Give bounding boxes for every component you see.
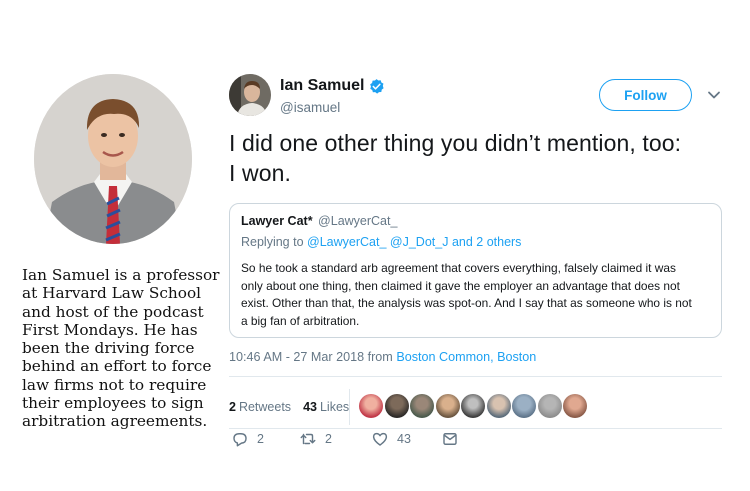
author-handle[interactable]: @isamuel	[280, 100, 340, 115]
divider	[229, 376, 722, 377]
liker-avatar[interactable]	[461, 394, 485, 418]
location-link[interactable]: Boston Common, Boston	[396, 350, 536, 364]
profile-photo	[34, 74, 192, 244]
quoted-author-handle: @LawyerCat_	[318, 214, 398, 228]
caption-line: arbitration agreements.	[22, 412, 208, 431]
retweet-icon	[299, 430, 325, 448]
caption-line: First Mondays. He has	[22, 320, 198, 339]
quoted-body-line: exist. Other than that, the analysis was…	[241, 296, 692, 311]
caption-line: been the driving force	[22, 339, 195, 358]
quoted-body-line: So he took a standard arb agreement that…	[241, 261, 676, 275]
like-count: 43	[397, 432, 411, 446]
retweet-button[interactable]: 2	[299, 430, 332, 448]
follow-button[interactable]: Follow	[599, 79, 692, 111]
liker-avatar[interactable]	[512, 394, 536, 418]
others-link[interactable]: and 2 others	[452, 235, 522, 249]
divider	[229, 428, 722, 429]
chevron-down-icon[interactable]	[707, 88, 721, 102]
photo-caption: Ian Samuel is a professor at Harvard Law…	[22, 266, 222, 431]
reply-count: 2	[257, 432, 264, 446]
tweet-text-line: I did one other thing you didn’t mention…	[229, 130, 682, 156]
quoted-tweet-header: Lawyer Cat* @LawyerCat_	[241, 214, 710, 228]
retweet-count: 2	[325, 432, 332, 446]
liker-avatar[interactable]	[486, 394, 511, 418]
caption-line: Ian Samuel is a professor	[22, 266, 220, 284]
reply-button[interactable]: 2	[231, 430, 264, 448]
caption-line: law firms not to require	[22, 375, 207, 394]
liker-avatar[interactable]	[537, 394, 562, 418]
retweets-count: 2	[229, 400, 236, 414]
replying-to: Replying to @LawyerCat_ @J_Dot_J and 2 o…	[241, 235, 710, 249]
engagement-stats: 2 Retweets 43 Likes	[229, 387, 722, 427]
verified-badge-icon	[368, 78, 385, 95]
quoted-author-name: Lawyer Cat*	[241, 214, 313, 228]
caption-line: at Harvard Law School	[22, 284, 202, 303]
liker-avatar[interactable]	[359, 394, 383, 418]
caption-line: and host of the podcast	[22, 302, 204, 321]
author-avatar[interactable]	[229, 74, 271, 116]
mention-link[interactable]: @J_Dot_J	[390, 235, 449, 249]
tweet-text: I did one other thing you didn’t mention…	[229, 128, 724, 188]
caption-line: behind an effort to force	[22, 357, 212, 376]
liker-avatar[interactable]	[435, 394, 460, 418]
likes-label: Likes	[319, 400, 350, 414]
retweets-stat[interactable]: 2 Retweets	[229, 400, 291, 414]
heart-icon	[371, 430, 397, 448]
author-name-text[interactable]: Ian Samuel	[280, 77, 364, 95]
replying-prefix: Replying to	[241, 235, 304, 249]
caption-line: their employees to sign	[22, 394, 204, 413]
divider	[349, 389, 350, 425]
timestamp-text[interactable]: 10:46 AM - 27 Mar 2018 from	[229, 350, 393, 364]
tweet-text-line: I won.	[229, 160, 291, 186]
quoted-body-line: a big fan of arbitration.	[241, 313, 360, 328]
mention-link[interactable]: @LawyerCat_	[307, 235, 386, 249]
author-name[interactable]: Ian Samuel	[280, 77, 385, 95]
message-button[interactable]	[441, 430, 467, 448]
liker-avatar[interactable]	[410, 394, 434, 418]
like-button[interactable]: 43	[371, 430, 411, 448]
quoted-tweet-body: So he took a standard arb agreement that…	[241, 260, 711, 330]
retweets-label: Retweets	[238, 400, 292, 414]
tweet-card: Ian Samuel @isamuel Follow I did one oth…	[229, 74, 729, 474]
reply-icon	[231, 430, 257, 448]
quoted-tweet[interactable]: Lawyer Cat* @LawyerCat_ Replying to @Law…	[229, 203, 722, 338]
likes-stat[interactable]: 43 Likes	[303, 400, 349, 414]
likes-count: 43	[303, 400, 317, 414]
liker-avatar[interactable]	[384, 394, 409, 418]
tweet-actions: 2 2 43	[229, 430, 529, 452]
liker-avatar[interactable]	[563, 394, 587, 418]
envelope-icon	[441, 430, 467, 448]
tweet-timestamp: 10:46 AM - 27 Mar 2018 from Boston Commo…	[229, 350, 536, 364]
likers-avatars	[359, 394, 589, 418]
quoted-body-line: only about one thing, then claimed it ga…	[241, 278, 680, 293]
